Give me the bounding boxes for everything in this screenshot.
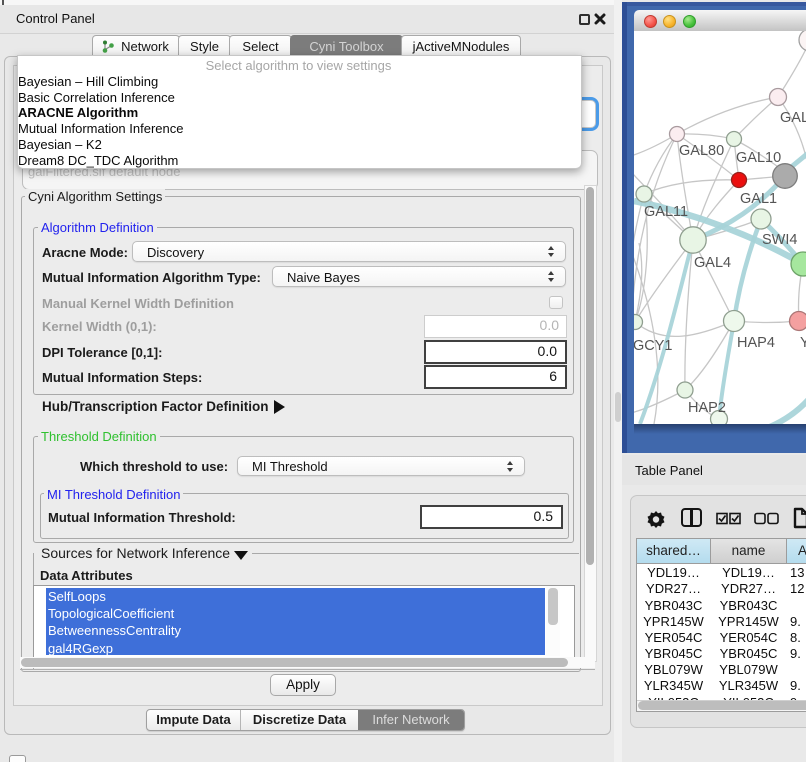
- svg-text:GAL10: GAL10: [736, 150, 781, 166]
- svg-text:HAP4: HAP4: [737, 335, 775, 351]
- svg-text:Y: Y: [800, 335, 806, 351]
- svg-text:GAL11: GAL11: [644, 204, 688, 220]
- svg-text:GAL7: GAL7: [780, 110, 806, 126]
- svg-text:GAL1: GAL1: [740, 191, 777, 207]
- svg-text:HAP2: HAP2: [688, 400, 726, 416]
- svg-text:GCY1: GCY1: [634, 338, 673, 354]
- svg-text:GAL4: GAL4: [694, 255, 731, 271]
- svg-text:SWI4: SWI4: [762, 232, 797, 248]
- svg-text:GAL80: GAL80: [679, 143, 724, 159]
